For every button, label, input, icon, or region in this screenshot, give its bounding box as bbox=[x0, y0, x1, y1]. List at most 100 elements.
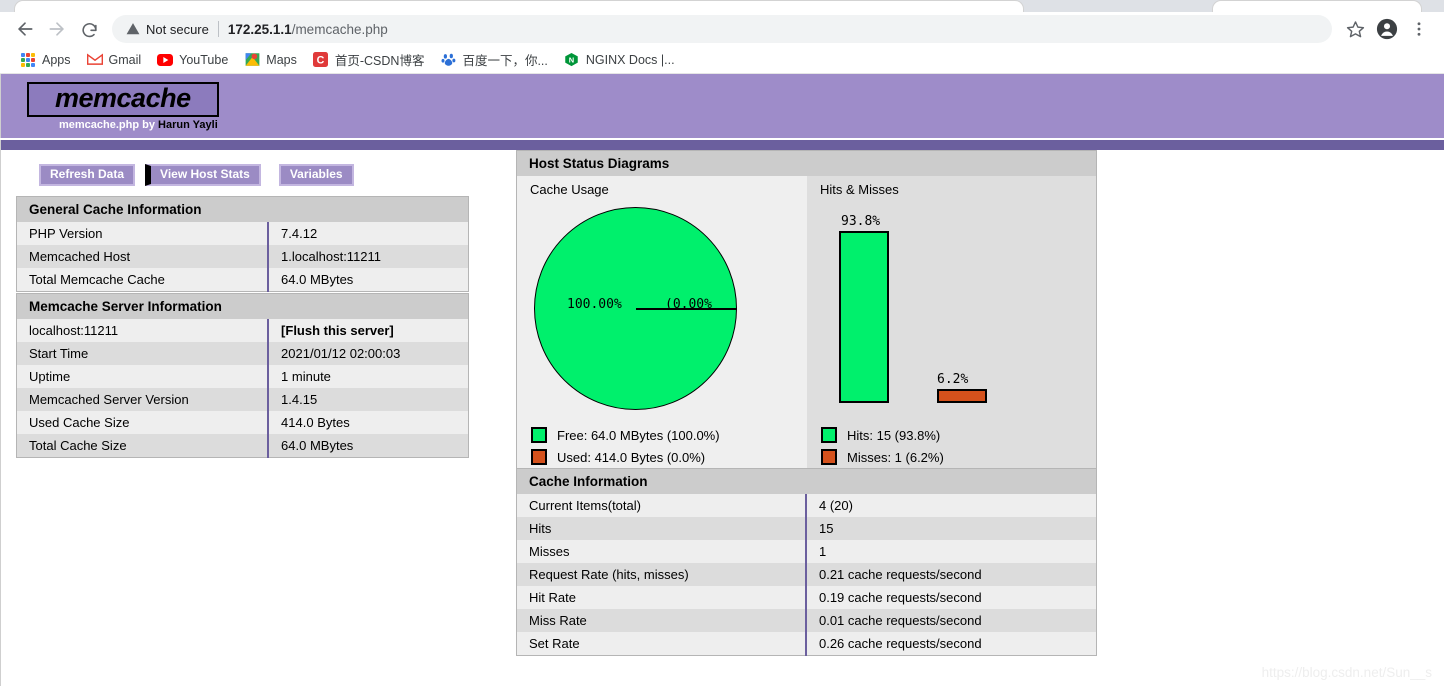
bar-label-misses: 6.2% bbox=[937, 372, 969, 387]
byline-lead: memcache.php by bbox=[59, 119, 155, 131]
bar-hits bbox=[839, 231, 889, 403]
chart-title: Cache Usage bbox=[530, 182, 609, 197]
memcache-server-information-table: Memcache Server Information localhost:11… bbox=[16, 293, 469, 458]
back-arrow-icon[interactable] bbox=[10, 14, 40, 44]
row-label: Hit Rate bbox=[516, 586, 806, 609]
diagram-row: Cache Usage 100.00% (0.00% Free: 64.0 MB… bbox=[517, 176, 1096, 481]
browser-tab-active[interactable] bbox=[14, 0, 1024, 12]
table-row: Total Cache Size 64.0 MBytes bbox=[16, 434, 469, 458]
browser-toolbar: Not secure 172.25.1.1/memcache.php bbox=[0, 12, 1444, 46]
youtube-icon bbox=[157, 52, 174, 68]
row-value: 1 minute bbox=[267, 365, 469, 388]
row-label: Misses bbox=[516, 540, 806, 563]
table-section-header: Memcache Server Information bbox=[16, 293, 469, 319]
legend-item: Hits: 15 (93.8%) bbox=[821, 427, 1096, 443]
bar-label-hits: 93.8% bbox=[841, 214, 881, 229]
bookmark-maps[interactable]: Maps bbox=[236, 49, 305, 71]
site-header: memcache memcache.php by Harun Yayli bbox=[0, 74, 1444, 138]
logo-text: memcache bbox=[55, 83, 191, 113]
row-value: 414.0 Bytes bbox=[267, 411, 469, 434]
reload-icon[interactable] bbox=[74, 14, 104, 44]
hits-misses-chart: Hits & Misses 93.8% 6.2% Hits: 15 (93.8%… bbox=[807, 176, 1096, 481]
table-row: Used Cache Size 414.0 Bytes bbox=[16, 411, 469, 434]
row-value: 1 bbox=[804, 540, 1097, 563]
three-dot-menu-icon[interactable] bbox=[1404, 14, 1434, 44]
bookmark-label: Gmail bbox=[108, 52, 142, 67]
table-row: Miss Rate 0.01 cache requests/second bbox=[516, 609, 1097, 632]
bookmarks-bar: Apps Gmail YouTube Maps C 首页-CSDN博客 百度一下… bbox=[0, 46, 1444, 74]
bars-group: 93.8% 6.2% bbox=[807, 197, 1096, 425]
row-label: PHP Version bbox=[16, 222, 269, 245]
browser-chrome: Not secure 172.25.1.1/memcache.php Apps bbox=[0, 0, 1444, 74]
table-row: Memcached Host 1.localhost:11211 bbox=[16, 245, 469, 268]
bookmark-star-icon[interactable] bbox=[1340, 14, 1370, 44]
table-row: PHP Version 7.4.12 bbox=[16, 222, 469, 245]
legend-label: Free: 64.0 MBytes (100.0%) bbox=[557, 427, 720, 443]
action-buttons: Refresh Data View Host Stats Variables bbox=[39, 164, 354, 187]
cache-usage-chart: Cache Usage 100.00% (0.00% Free: 64.0 MB… bbox=[517, 176, 807, 481]
address-bar[interactable]: Not secure 172.25.1.1/memcache.php bbox=[112, 15, 1332, 43]
row-value: 64.0 MBytes bbox=[267, 434, 469, 458]
main-content: Refresh Data View Host Stats Variables G… bbox=[0, 150, 1444, 686]
section-title: Memcache Server Information bbox=[16, 293, 469, 319]
bookmark-label: 首页-CSDN博客 bbox=[334, 54, 425, 68]
bookmark-label: YouTube bbox=[179, 52, 229, 67]
section-title: General Cache Information bbox=[16, 196, 469, 222]
legend-label: Hits: 15 (93.8%) bbox=[847, 427, 941, 443]
browser-tab-secondary[interactable] bbox=[1212, 0, 1422, 12]
table-section-header: General Cache Information bbox=[16, 196, 469, 222]
variables-button[interactable]: Variables bbox=[278, 164, 354, 187]
row-label: Current Items(total) bbox=[516, 494, 806, 517]
general-cache-information-table: General Cache Information PHP Version 7.… bbox=[16, 196, 469, 292]
security-status-label: Not secure bbox=[146, 21, 209, 37]
bookmark-baidu[interactable]: 百度一下，你... bbox=[432, 47, 555, 72]
bar-misses bbox=[937, 389, 987, 403]
row-value: 0.19 cache requests/second bbox=[804, 586, 1097, 609]
bookmark-gmail[interactable]: Gmail bbox=[79, 49, 150, 71]
row-label: Start Time bbox=[16, 342, 269, 365]
pie-label-used: (0.00% bbox=[665, 297, 712, 312]
baidu-icon bbox=[440, 52, 456, 68]
header-accent-strip bbox=[0, 140, 1444, 150]
bookmark-youtube[interactable]: YouTube bbox=[149, 49, 236, 71]
bookmark-nginx[interactable]: N NGINX Docs |... bbox=[556, 49, 683, 71]
bookmark-csdn[interactable]: C 首页-CSDN博客 bbox=[305, 47, 433, 72]
cache-information-table: Cache Information Current Items(total) 4… bbox=[516, 468, 1097, 656]
table-row: Current Items(total) 4 (20) bbox=[516, 494, 1097, 517]
pie-label-free: 100.00% bbox=[567, 297, 622, 312]
legend-swatch-misses-icon bbox=[821, 449, 837, 465]
table-row: Hit Rate 0.19 cache requests/second bbox=[516, 586, 1097, 609]
legend-swatch-used-icon bbox=[531, 449, 547, 465]
bar-plot-area: 93.8% 6.2% bbox=[807, 197, 1096, 425]
row-value: 0.01 cache requests/second bbox=[804, 609, 1097, 632]
table-row: Misses 1 bbox=[516, 540, 1097, 563]
legend-item: Misses: 1 (6.2%) bbox=[821, 449, 1096, 465]
row-label: localhost:11211 bbox=[16, 319, 269, 342]
row-value: 4 (20) bbox=[804, 494, 1097, 517]
row-value: 7.4.12 bbox=[267, 222, 469, 245]
csdn-icon: C bbox=[313, 52, 329, 68]
table-row: localhost:11211 [Flush this server] bbox=[16, 319, 469, 342]
row-label: Total Memcache Cache bbox=[16, 268, 269, 292]
row-label: Used Cache Size bbox=[16, 411, 269, 434]
nginx-icon: N bbox=[564, 52, 580, 68]
table-row: Start Time 2021/01/12 02:00:03 bbox=[16, 342, 469, 365]
legend-swatch-free-icon bbox=[531, 427, 547, 443]
byline: memcache.php by Harun Yayli bbox=[59, 119, 1444, 131]
bookmark-apps[interactable]: Apps bbox=[12, 49, 79, 71]
forward-arrow-icon[interactable] bbox=[42, 14, 72, 44]
table-row: Uptime 1 minute bbox=[16, 365, 469, 388]
profile-avatar-icon[interactable] bbox=[1372, 14, 1402, 44]
row-label: Request Rate (hits, misses) bbox=[516, 563, 806, 586]
flush-server-link[interactable]: [Flush this server] bbox=[267, 319, 469, 342]
apps-grid-icon bbox=[20, 52, 36, 68]
url-path: /memcache.php bbox=[291, 21, 388, 37]
gmail-icon bbox=[86, 52, 103, 68]
flush-server-label: [Flush this server] bbox=[281, 323, 394, 338]
view-host-stats-button[interactable]: View Host Stats bbox=[145, 164, 261, 187]
bookmark-label: Maps bbox=[266, 52, 297, 67]
refresh-data-button[interactable]: Refresh Data bbox=[39, 164, 136, 187]
table-row: Request Rate (hits, misses) 0.21 cache r… bbox=[516, 563, 1097, 586]
bookmark-label: 百度一下，你... bbox=[462, 54, 548, 68]
table-row: Memcached Server Version 1.4.15 bbox=[16, 388, 469, 411]
